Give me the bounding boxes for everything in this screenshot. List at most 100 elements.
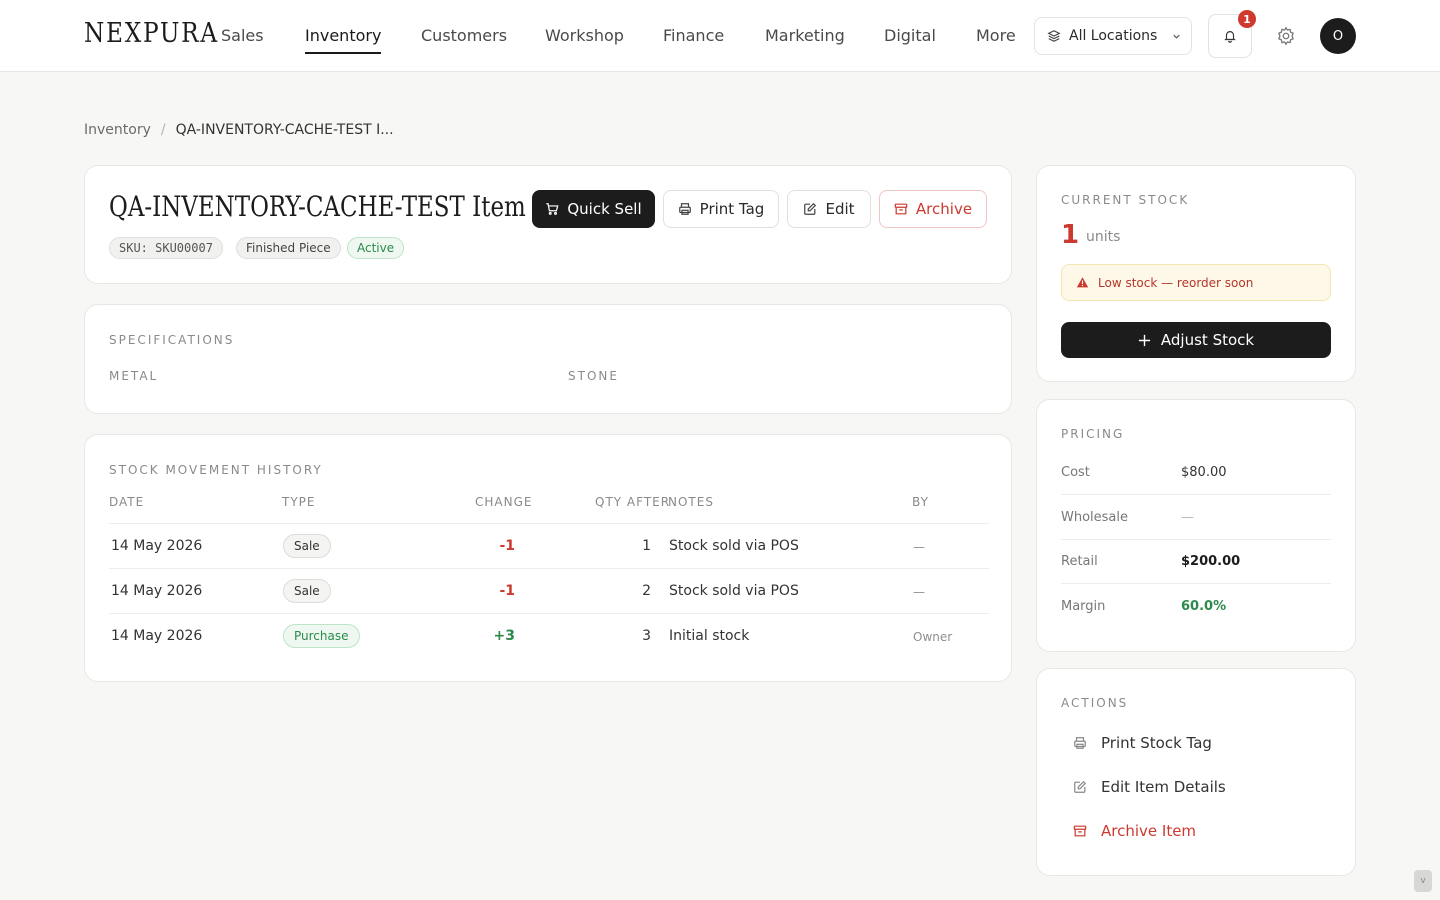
cost-label: Cost (1061, 465, 1090, 480)
pricing-row-margin: Margin 60.0% (1061, 584, 1331, 629)
pricing-row-cost: Cost $80.00 (1061, 450, 1331, 495)
column-header-qty-after: QTY AFTER (595, 495, 671, 509)
current-stock-card: CURRENT STOCK 1 units Low stock — reorde… (1036, 165, 1356, 382)
edit-icon (804, 202, 817, 215)
warning-icon (1076, 277, 1089, 288)
current-stock-heading: CURRENT STOCK (1061, 193, 1190, 207)
scroll-down-indicator[interactable]: v (1414, 870, 1432, 892)
breadcrumb-inventory-link[interactable]: Inventory (84, 122, 151, 138)
breadcrumb: Inventory / QA-INVENTORY-CACHE-TEST I... (84, 122, 394, 138)
row-change: -1 (499, 538, 515, 554)
printer-icon (1074, 737, 1086, 749)
breadcrumb-separator: / (160, 122, 166, 138)
column-header-change: CHANGE (475, 495, 533, 509)
stock-history-heading: STOCK MOVEMENT HISTORY (109, 463, 323, 477)
item-type-badge: Finished Piece (236, 237, 341, 259)
status-badge: Active (347, 237, 405, 259)
low-stock-text: Low stock — reorder soon (1098, 275, 1254, 290)
user-avatar[interactable]: O (1320, 18, 1356, 54)
row-by: — (913, 540, 925, 554)
print-tag-button[interactable]: Print Tag (663, 190, 779, 228)
wholesale-value: — (1181, 510, 1194, 525)
row-qty-after: 2 (642, 583, 651, 599)
archive-item-action[interactable]: Archive Item (1073, 822, 1196, 840)
brand-logo[interactable]: NEXPURA (84, 18, 219, 49)
row-type-badge: Sale (283, 579, 331, 603)
nav-item-workshop[interactable]: Workshop (545, 26, 624, 45)
row-date: 14 May 2026 (111, 628, 203, 644)
location-label: All Locations (1069, 28, 1158, 44)
stock-history-card: STOCK MOVEMENT HISTORY DATE TYPE CHANGE … (84, 434, 1012, 682)
row-date: 14 May 2026 (111, 583, 203, 599)
sku-badge: SKU: SKU00007 (109, 237, 223, 259)
actions-card: ACTIONS Print Stock Tag Edit Item Detail… (1036, 668, 1356, 876)
cart-icon (546, 203, 559, 215)
margin-value: 60.0% (1181, 599, 1227, 614)
nav-item-sales[interactable]: Sales (221, 26, 264, 45)
chevron-down-icon (1173, 34, 1181, 39)
row-notes: Stock sold via POS (669, 538, 799, 554)
row-qty-after: 3 (642, 628, 651, 644)
row-type-badge: Sale (283, 534, 331, 558)
plus-icon (1138, 334, 1150, 346)
pricing-row-retail: Retail $200.00 (1061, 539, 1331, 584)
breadcrumb-current: QA-INVENTORY-CACHE-TEST I... (175, 122, 394, 138)
edit-item-details-action[interactable]: Edit Item Details (1073, 778, 1226, 796)
actions-heading: ACTIONS (1061, 696, 1129, 710)
edit-button[interactable]: Edit (787, 190, 871, 228)
margin-label: Margin (1061, 599, 1106, 614)
nav-item-digital[interactable]: Digital (884, 26, 936, 45)
column-header-date: DATE (109, 495, 145, 509)
low-stock-alert: Low stock — reorder soon (1061, 264, 1331, 301)
gear-icon[interactable] (1275, 25, 1297, 47)
nav-item-customers[interactable]: Customers (421, 26, 507, 45)
stock-quantity: 1 (1061, 220, 1080, 250)
layers-icon (1047, 30, 1061, 42)
column-header-notes: NOTES (668, 495, 714, 509)
nav-item-finance[interactable]: Finance (663, 26, 724, 45)
row-notes: Initial stock (669, 628, 750, 644)
printer-icon (678, 203, 691, 215)
row-notes: Stock sold via POS (669, 583, 799, 599)
adjust-stock-label: Adjust Stock (1160, 331, 1255, 349)
specifications-heading: SPECIFICATIONS (109, 333, 235, 347)
specifications-card: SPECIFICATIONS METAL STONE (84, 304, 1012, 414)
quick-sell-button[interactable]: Quick Sell (532, 190, 655, 228)
pricing-card: PRICING Cost $80.00 Wholesale — Retail $… (1036, 399, 1356, 652)
table-row: 14 May 2026 Sale -1 2 Stock sold via POS… (109, 568, 989, 613)
nav-item-inventory[interactable]: Inventory (305, 26, 382, 54)
print-tag-label: Print Tag (699, 200, 765, 218)
stock-unit: units (1086, 229, 1121, 245)
print-stock-tag-label: Print Stock Tag (1101, 734, 1212, 752)
archive-label: Archive (915, 200, 973, 218)
column-header-by: BY (912, 495, 929, 509)
adjust-stock-button[interactable]: Adjust Stock (1061, 322, 1331, 358)
row-by: Owner (913, 630, 953, 644)
archive-icon (894, 203, 908, 215)
bell-icon (1224, 31, 1236, 43)
notification-count-badge: 1 (1238, 10, 1256, 28)
pricing-heading: PRICING (1061, 427, 1125, 441)
metal-label: METAL (109, 369, 159, 383)
page-title: QA-INVENTORY-CACHE-TEST Item (109, 190, 526, 223)
row-date: 14 May 2026 (111, 538, 203, 554)
print-stock-tag-action[interactable]: Print Stock Tag (1073, 734, 1212, 752)
nav-item-marketing[interactable]: Marketing (765, 26, 845, 45)
archive-item-label: Archive Item (1101, 822, 1197, 840)
row-change: +3 (493, 628, 515, 644)
quick-sell-label: Quick Sell (567, 200, 642, 218)
edit-label: Edit (825, 200, 855, 218)
table-row: 14 May 2026 Sale -1 1 Stock sold via POS… (109, 523, 989, 568)
edit-item-details-label: Edit Item Details (1101, 778, 1226, 796)
nav-item-more[interactable]: More (976, 26, 1016, 45)
row-change: -1 (499, 583, 515, 599)
top-navigation-bar: NEXPURA Sales Inventory Customers Worksh… (0, 0, 1440, 72)
column-header-type: TYPE (282, 495, 316, 509)
retail-label: Retail (1061, 554, 1098, 569)
stone-label: STONE (568, 369, 619, 383)
row-type-badge: Purchase (283, 624, 360, 648)
archive-button[interactable]: Archive (879, 190, 987, 228)
cost-value: $80.00 (1181, 465, 1227, 480)
archive-icon (1073, 825, 1087, 837)
location-selector[interactable]: All Locations (1034, 17, 1192, 55)
